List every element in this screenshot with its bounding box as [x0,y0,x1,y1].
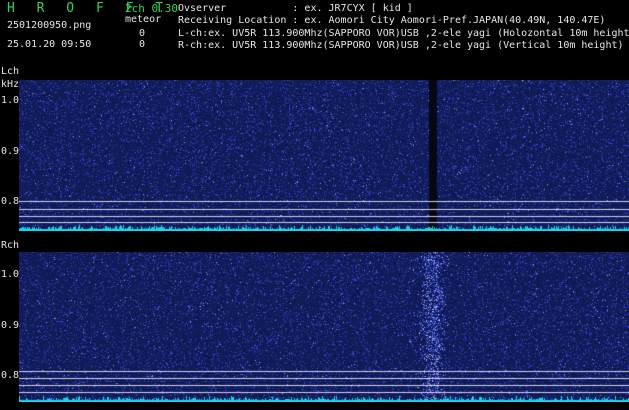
timestamp: 25.01.20 09:50 [7,39,92,50]
meteor-label: meteor [125,14,162,25]
lch-label: Lch [1,66,20,77]
lch-ytick-0.8: 0.8 [1,196,20,207]
rch-ytick-0.8: 0.8 [1,370,20,381]
rch-config-line: R-ch:ex. UV5R 113.900Mhz(SAPPORO VOR)USB… [178,40,624,51]
lch-ytick-1.0: 1.0 [1,95,20,106]
app-version: 2ch 0.30 [125,2,178,15]
lch-spectrogram [19,80,629,231]
rch-ytick-0.9: 0.9 [1,320,20,331]
lch-config-line: L-ch:ex. UV5R 113.900Mhz(SAPPORO VOR)USB… [178,28,629,39]
location-line: Receiving Location : ex. Aomori City Aom… [178,15,606,26]
lch-ytick-0.9: 0.9 [1,146,20,157]
meteor-count-r: 0 [139,39,146,50]
rch-label: Rch [1,240,20,251]
file-name: 2501200950.png [7,20,92,31]
observer-line: Ovserver : ex. JR7CYX [ kid ] [178,3,413,14]
meteor-count-l: 0 [139,28,146,39]
khz-label: kHz [1,79,20,90]
rch-spectrogram [19,252,629,402]
rch-ytick-1.0: 1.0 [1,269,20,280]
